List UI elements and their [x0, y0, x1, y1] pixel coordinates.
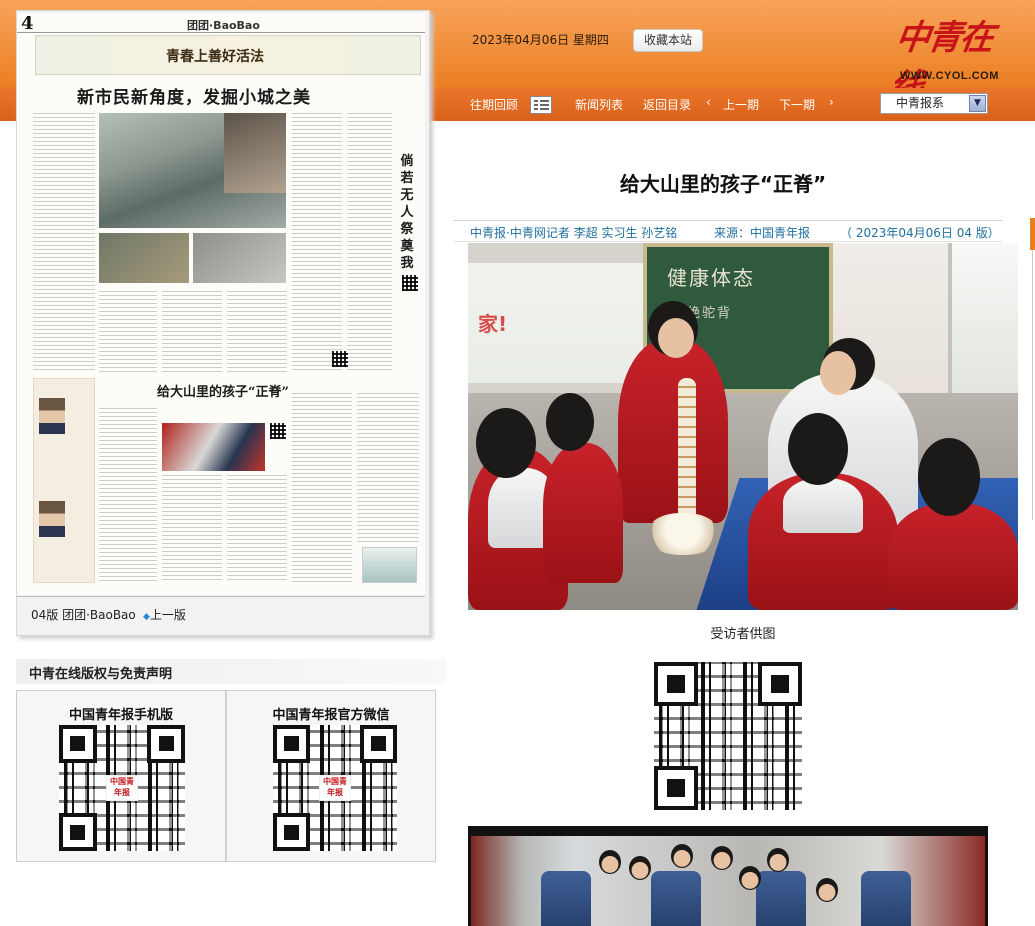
article-title: 给大山里的孩子“正脊” — [619, 172, 827, 196]
vertical-headline[interactable]: 倘若无人祭奠我 — [399, 153, 415, 272]
article-byline: 中青报·中青网记者 李超 实习生 孙艺铭 — [470, 226, 678, 240]
prev-page-link[interactable]: ◆上一版 — [143, 606, 186, 623]
article-photo — [162, 423, 265, 471]
article-source: 来源：中国青年报 — [714, 226, 811, 240]
portrait-photo — [39, 501, 65, 537]
article-headline-city[interactable]: 新市民新角度，发掘小城之美 — [77, 83, 311, 108]
qr-code-icon — [332, 351, 348, 367]
chevron-left-icon[interactable]: ‹ — [706, 95, 711, 109]
newspaper-page-image[interactable]: 4 团团·BaoBao 青春上善好活法 新市民新角度，发掘小城之美 倘若无人祭奠… — [17, 13, 425, 595]
logo-url: WWW.CYOL.COM — [900, 70, 999, 82]
select-value: 中青报系 — [896, 96, 945, 110]
add-favorite-button[interactable]: 收藏本站 — [633, 29, 703, 52]
chevron-right-icon[interactable]: › — [829, 95, 834, 109]
qr-panel-wechat: 中国青年报官方微信 中国青年报 — [226, 690, 436, 862]
article-video[interactable] — [468, 826, 988, 926]
qr-mobile-label: 中国青年报手机版 — [68, 708, 173, 723]
nav-news-list[interactable]: 新闻列表 — [575, 96, 623, 113]
qr-panel-mobile: 中国青年报手机版 中国青年报 — [16, 690, 226, 862]
qr-code-icon — [402, 275, 418, 291]
nav-next-issue[interactable]: 下一期 — [779, 96, 815, 113]
photo-caption: 受访者供图 — [710, 627, 776, 642]
current-date: 2023年04月06日 星期四 — [472, 33, 609, 47]
nav-prev-issue[interactable]: 上一期 — [723, 96, 759, 113]
site-logo[interactable]: 中青在线 WWW.CYOL.COM — [886, 10, 1003, 107]
text-column — [227, 475, 287, 583]
scrollbar-track[interactable] — [1032, 250, 1033, 520]
banner-title: 青春上善好活法 — [166, 49, 264, 65]
text-column — [162, 291, 222, 373]
text-column — [347, 113, 392, 373]
nav-archive[interactable]: 往期回顾 — [470, 96, 518, 113]
qr-code-icon — [270, 423, 286, 439]
column-banner: 青春上善好活法 — [35, 35, 421, 75]
copyright-title[interactable]: 中青在线版权与免责声明 — [16, 659, 446, 684]
diamond-bullet-icon: ◆ — [143, 612, 150, 622]
text-column — [292, 393, 352, 583]
qr-code-wechat: 中国青年报 — [273, 725, 397, 851]
qr-logo: 中国青年报 — [105, 775, 139, 801]
article-photo — [224, 113, 286, 193]
divider — [17, 596, 425, 597]
text-column — [99, 291, 157, 373]
text-column — [227, 291, 287, 373]
text-column — [162, 475, 222, 583]
article-date-page: （ 2023年04月06日 04 版） — [840, 226, 1000, 240]
chevron-down-icon[interactable]: ▼ — [969, 95, 986, 112]
list-grid-icon[interactable] — [530, 96, 552, 114]
board-text: 健康体态 — [667, 266, 755, 290]
nav-back-to-contents[interactable]: 返回目录 — [643, 96, 691, 113]
text-column — [292, 113, 342, 373]
poster-text: 家! — [478, 312, 508, 336]
illustration — [362, 547, 417, 583]
page-masthead: 4 团团·BaoBao — [17, 13, 425, 34]
text-column — [33, 113, 95, 373]
qr-logo: 中国青年报 — [318, 775, 352, 801]
divider — [454, 241, 1002, 242]
qr-code-mobile: 中国青年报 — [59, 725, 185, 851]
divider — [454, 220, 1002, 221]
article-headline-spine[interactable]: 给大山里的孩子“正脊” — [157, 381, 289, 400]
page-number: 4 — [21, 13, 34, 34]
article-main-photo: 家! 健康体态 拒绝驼背 — [468, 243, 1018, 610]
page-name: 团团·BaoBao — [187, 19, 260, 32]
text-column — [99, 408, 157, 583]
article-photo — [193, 233, 286, 283]
scrollbar-thumb[interactable] — [1030, 218, 1035, 250]
article-photo — [99, 233, 189, 283]
prev-page-label: 上一版 — [149, 608, 186, 622]
portrait-photo — [39, 398, 65, 434]
newspaper-series-select[interactable]: 中青报系 ▼ — [880, 93, 988, 114]
qr-code-article — [654, 662, 802, 810]
page-caption: 04版 团团·BaoBao — [31, 608, 136, 622]
qr-wechat-label: 中国青年报官方微信 — [272, 708, 390, 723]
video-frame — [471, 836, 985, 926]
text-column — [357, 393, 419, 543]
